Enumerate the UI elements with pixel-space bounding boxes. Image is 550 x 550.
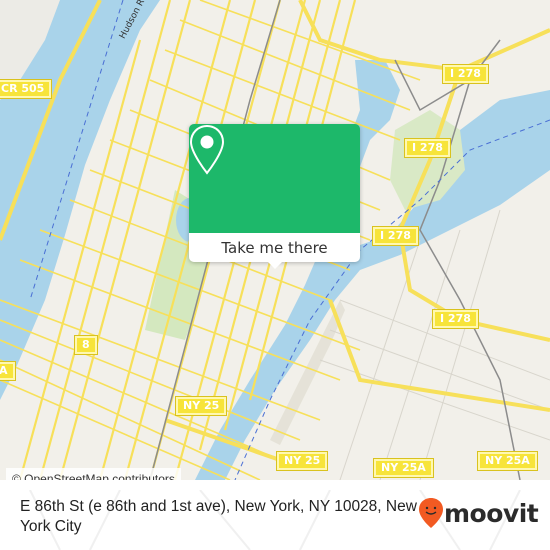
- map-attribution[interactable]: © OpenStreetMap contributors: [6, 468, 181, 480]
- shield-i278-c: I 278: [372, 226, 419, 246]
- shield-i278-d: I 278: [432, 309, 479, 329]
- shield-i278-a: I 278: [442, 64, 489, 84]
- moovit-pin-icon: [419, 498, 443, 528]
- shield-ny25a-a: NY 25A: [373, 458, 434, 478]
- shield-cr505: CR 505: [0, 79, 53, 99]
- shield-route-8: 8: [74, 335, 98, 355]
- popup-pointer: [267, 261, 283, 269]
- address-text: E 86th St (e 86th and 1st ave), New York…: [20, 498, 417, 535]
- location-pin-icon: [189, 124, 225, 175]
- shield-i278-b: I 278: [404, 138, 451, 158]
- take-me-there-button[interactable]: Take me there: [189, 233, 360, 262]
- moovit-logo[interactable]: moovit: [418, 497, 539, 529]
- shield-ny25a-b: NY 25A: [477, 451, 538, 471]
- shield-ny25-b: NY 25: [275, 451, 329, 471]
- shield-ny25-a: NY 25: [174, 396, 228, 416]
- destination-popup[interactable]: Take me there: [189, 124, 360, 269]
- shield-a: A: [0, 361, 16, 381]
- brand-name: moovit: [444, 498, 539, 528]
- popup-header: [189, 124, 360, 233]
- map-view[interactable]: Hudson R CR 505 I 278 I 278 I 278 I 278 …: [0, 0, 550, 480]
